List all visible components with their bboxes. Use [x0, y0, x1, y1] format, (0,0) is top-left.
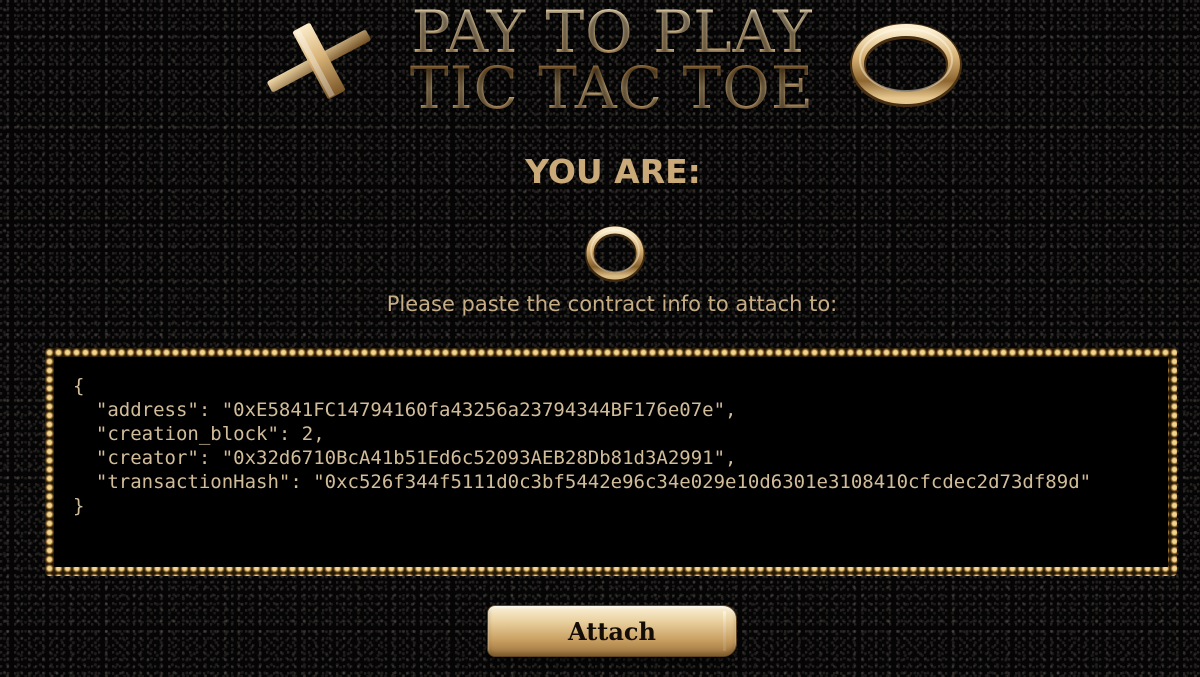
gold-x-icon — [267, 23, 371, 99]
attach-button-label: Attach — [568, 616, 656, 646]
contract-info-container: { "address": "0xE5841FC14794160fa43256a2… — [54, 357, 1168, 567]
contract-info-textarea[interactable]: { "address": "0xE5841FC14794160fa43256a2… — [54, 357, 1168, 567]
gold-ring-o-icon — [585, 226, 645, 282]
title-line-2: TIC TAC TOE — [409, 54, 815, 122]
attach-instruction: Please paste the contract info to attach… — [386, 292, 838, 316]
button-edge-highlight — [723, 611, 726, 651]
attach-button[interactable]: Attach — [487, 605, 737, 657]
page-title: PAY TO PLAY TIC TAC TOE — [372, 0, 852, 122]
player-label: YOU ARE: — [525, 152, 701, 191]
gold-ring-o-icon — [850, 23, 962, 107]
header: PAY TO PLAY TIC TAC TOE — [0, 0, 1200, 130]
title-line-1: PAY TO PLAY — [411, 0, 813, 66]
contract-info-frame: { "address": "0xE5841FC14794160fa43256a2… — [45, 348, 1177, 576]
